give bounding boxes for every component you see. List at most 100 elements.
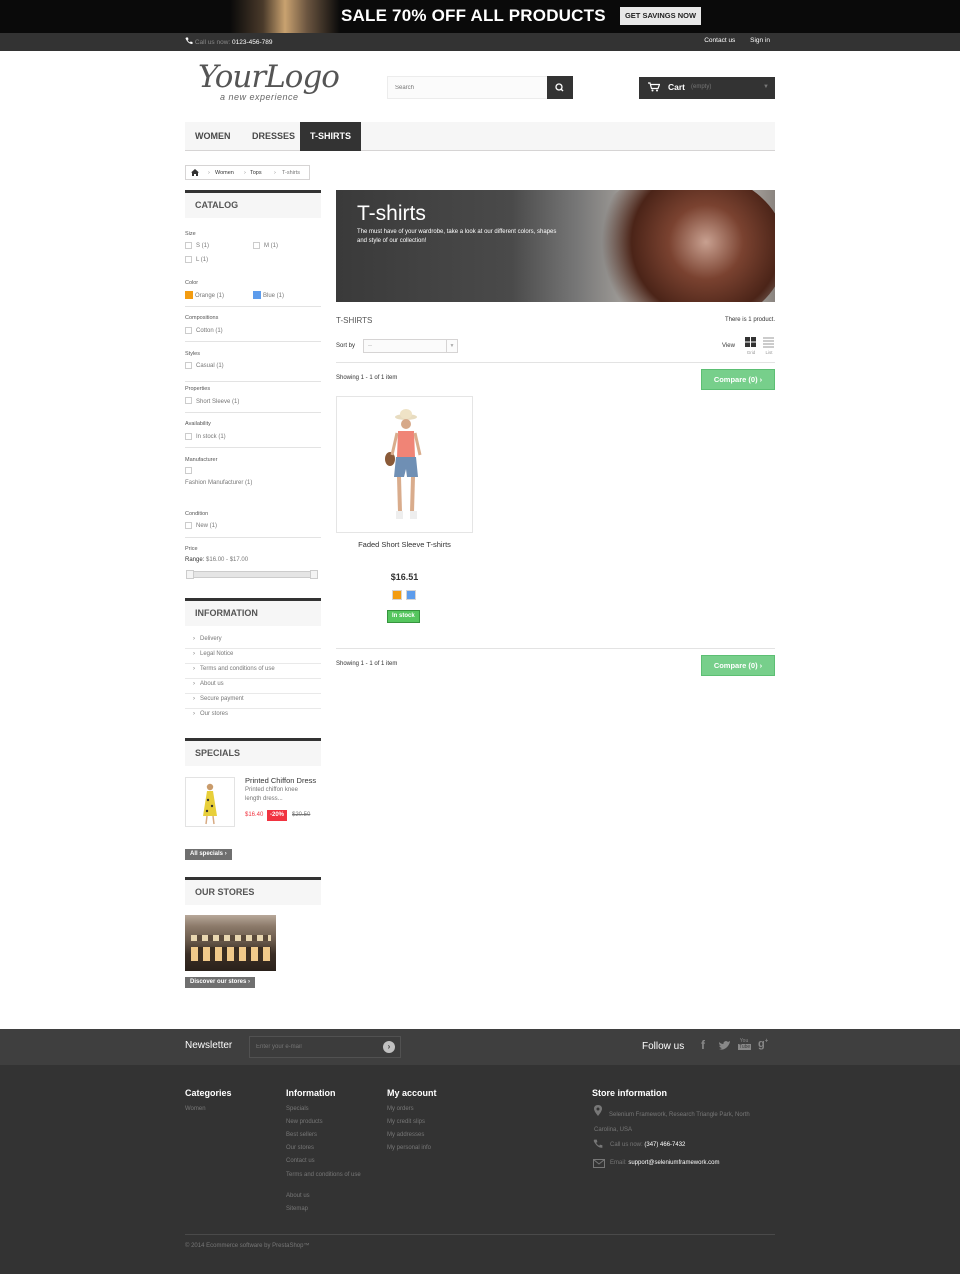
footer-link-addresses[interactable]: My addresses <box>387 1132 424 1138</box>
filter-checkbox-casual[interactable] <box>185 362 192 369</box>
footer-link-best-sellers[interactable]: Best sellers <box>286 1132 317 1138</box>
filter-checkbox-l[interactable] <box>185 256 192 263</box>
newsletter-form: › <box>249 1036 401 1058</box>
shop-logo[interactable]: YourLogo a new experience <box>198 62 343 104</box>
breadcrumb: › Women › Tops › T-shirts <box>185 165 310 180</box>
menu-item-women[interactable]: WOMEN <box>185 122 241 151</box>
divider <box>185 381 321 382</box>
filter-value-l[interactable]: L (1) <box>196 257 208 263</box>
view-label: View <box>722 343 735 349</box>
footer-link-orders[interactable]: My orders <box>387 1106 414 1112</box>
filter-checkbox-manufacturer[interactable] <box>185 467 192 474</box>
footer-account-title[interactable]: My account <box>387 1088 437 1098</box>
footer-categories-title[interactable]: Categories <box>185 1088 232 1098</box>
color-swatch-orange[interactable] <box>185 291 193 299</box>
search-button[interactable] <box>547 76 573 99</box>
footer-link-new-products[interactable]: New products <box>286 1119 323 1125</box>
price-slider[interactable] <box>186 570 318 579</box>
info-link-our-stores[interactable]: › Our stores <box>193 711 228 717</box>
filter-value-orange[interactable]: Orange (1) <box>195 293 224 299</box>
filter-checkbox-new[interactable] <box>185 522 192 529</box>
filter-label-availability: Availability <box>185 421 211 427</box>
footer-link-terms[interactable]: Terms and conditions of use <box>286 1171 366 1179</box>
copyright[interactable]: © 2014 Ecommerce software by PrestaShop™ <box>185 1243 309 1249</box>
newsletter-submit-button[interactable]: › <box>383 1041 395 1053</box>
list-view-button[interactable]: List <box>763 337 775 356</box>
search-input[interactable] <box>388 77 548 98</box>
sort-select[interactable]: -- ▼ <box>363 339 458 353</box>
filter-value-short-sleeve[interactable]: Short Sleeve (1) <box>196 399 239 405</box>
product-color-blue[interactable] <box>406 590 416 600</box>
footer-link-personal-info[interactable]: My personal info <box>387 1145 431 1151</box>
information-title: INFORMATION <box>185 598 321 626</box>
dress-image <box>203 783 217 825</box>
filter-checkbox-s[interactable] <box>185 242 192 249</box>
filter-value-m[interactable]: M (1) <box>264 243 278 249</box>
footer-link-our-stores[interactable]: Our stores <box>286 1145 314 1151</box>
twitter-icon[interactable] <box>718 1040 731 1051</box>
filter-label-styles: Styles <box>185 351 200 357</box>
footer: Categories Women Information Specials Ne… <box>0 1065 960 1274</box>
divider <box>185 306 321 307</box>
filter-checkbox-in-stock[interactable] <box>185 433 192 440</box>
filter-checkbox-short-sleeve[interactable] <box>185 397 192 404</box>
store-image[interactable] <box>185 915 276 971</box>
color-swatch-blue[interactable] <box>253 291 261 299</box>
filter-checkbox-cotton[interactable] <box>185 327 192 334</box>
menu-item-dresses[interactable]: DRESSES <box>242 122 305 151</box>
filter-value-casual[interactable]: Casual (1) <box>196 363 224 369</box>
store-email[interactable]: support@seleniumframework.com <box>628 1160 719 1166</box>
info-link-terms[interactable]: › Terms and conditions of use <box>193 666 275 672</box>
breadcrumb-current: T-shirts <box>282 170 301 176</box>
filter-checkbox-m[interactable] <box>253 242 260 249</box>
filter-value-cotton[interactable]: Cotton (1) <box>196 328 223 334</box>
footer-link-sitemap[interactable]: Sitemap <box>286 1206 308 1212</box>
product-name[interactable]: Faded Short Sleeve T-shirts <box>336 540 473 549</box>
footer-link-contact[interactable]: Contact us <box>286 1158 315 1164</box>
filter-value-s[interactable]: S (1) <box>196 243 209 249</box>
youtube-icon[interactable]: You Tube <box>738 1038 752 1052</box>
category-description: The must have of your wardrobe, take a l… <box>357 229 557 244</box>
footer-information-title: Information <box>286 1088 336 1098</box>
grid-view-button[interactable]: Grid <box>745 337 757 356</box>
google-plus-icon[interactable]: g+ <box>758 1038 768 1050</box>
compare-button-bottom[interactable]: Compare (0) › <box>701 655 775 676</box>
discover-stores-button[interactable]: Discover our stores › <box>185 977 256 988</box>
get-savings-button[interactable]: GET SAVINGS NOW <box>620 7 701 25</box>
product-image[interactable] <box>336 396 473 533</box>
price-slider-min-handle[interactable] <box>186 570 194 579</box>
filter-value-new[interactable]: New (1) <box>196 523 217 529</box>
menu-item-tshirts[interactable]: T-SHIRTS <box>300 122 362 151</box>
info-link-legal[interactable]: › Legal Notice <box>193 651 233 657</box>
product-color-orange[interactable] <box>392 590 402 600</box>
cart-status: (empty) <box>691 84 712 90</box>
grid-icon <box>745 337 756 347</box>
special-product-image[interactable] <box>185 777 235 827</box>
compare-button-top[interactable]: Compare (0) › <box>701 369 775 390</box>
footer-link-women[interactable]: Women <box>185 1106 206 1112</box>
contact-us-link[interactable]: Contact us <box>704 37 735 44</box>
filter-value-blue[interactable]: Blue (1) <box>263 293 284 299</box>
footer-link-specials[interactable]: Specials <box>286 1106 309 1112</box>
all-specials-button[interactable]: All specials › <box>185 849 232 860</box>
breadcrumb-women[interactable]: Women <box>215 170 234 176</box>
info-link-secure-payment[interactable]: › Secure payment <box>193 696 244 702</box>
facebook-icon[interactable]: f <box>701 1038 705 1052</box>
catalog-title: CATALOG <box>185 190 321 218</box>
sign-in-link[interactable]: Sign in <box>750 37 770 44</box>
footer-link-credit-slips[interactable]: My credit slips <box>387 1119 425 1125</box>
stores-title: OUR STORES <box>185 877 321 905</box>
cart-block[interactable]: Cart (empty) ▼ <box>639 77 775 99</box>
price-slider-max-handle[interactable] <box>310 570 318 579</box>
breadcrumb-tops[interactable]: Tops <box>250 170 262 176</box>
filter-value-manufacturer[interactable]: Fashion Manufacturer (1) <box>185 479 255 488</box>
promo-banner[interactable]: SALE 70% OFF ALL PRODUCTS GET SAVINGS NO… <box>0 0 960 33</box>
special-product-name[interactable]: Printed Chiffon Dress <box>245 776 316 785</box>
home-icon[interactable] <box>191 169 199 176</box>
footer-link-about[interactable]: About us <box>286 1193 310 1199</box>
filter-value-in-stock[interactable]: In stock (1) <box>196 434 226 440</box>
info-link-about[interactable]: › About us <box>193 681 224 687</box>
newsletter-email-input[interactable] <box>250 1037 375 1057</box>
special-old-price: $20.50 <box>292 812 311 818</box>
info-link-delivery[interactable]: › Delivery <box>193 636 222 642</box>
